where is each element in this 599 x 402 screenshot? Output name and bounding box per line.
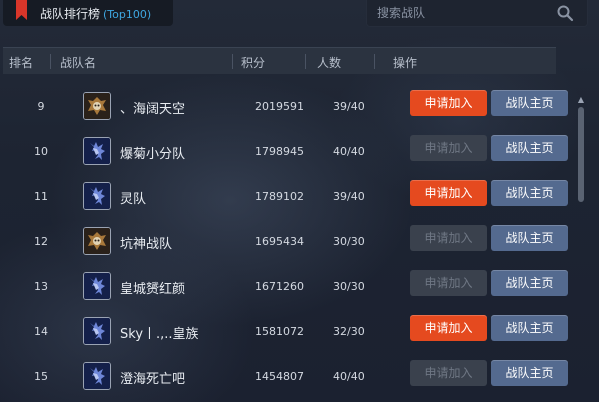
members-cell: 40/40 (333, 370, 365, 383)
rank-cell: 9 (37, 100, 45, 113)
column-header-action: 操作 (393, 56, 418, 70)
page-title-sub: (Top100) (103, 8, 152, 21)
team-homepage-button[interactable]: 战队主页 (491, 180, 568, 206)
page-title: 战队排行榜 (Top100) (40, 5, 151, 22)
team-homepage-button[interactable]: 战队主页 (491, 360, 568, 386)
team-name[interactable]: 皇城赟红颜 (120, 278, 185, 297)
score-cell: 1798945 (255, 145, 304, 158)
page-title-main: 战队排行榜 (40, 7, 101, 21)
table-header: 排名 战队名 积分 人数 操作 (3, 47, 556, 74)
column-divider (232, 54, 233, 69)
team-homepage-button[interactable]: 战队主页 (491, 90, 568, 116)
scroll-up-arrow-icon[interactable]: ▲ (577, 96, 585, 104)
blue-dragon-emblem-icon (83, 362, 111, 390)
team-name[interactable]: 澄海死亡吧 (120, 368, 185, 387)
score-cell: 1454807 (255, 370, 304, 383)
members-cell: 30/30 (333, 280, 365, 293)
blue-dragon-emblem-icon (83, 317, 111, 345)
column-divider (305, 54, 306, 69)
scrollbar-thumb[interactable] (578, 107, 584, 202)
team-name[interactable]: Sky丨.,..皇族 (120, 323, 199, 342)
rank-cell: 13 (34, 280, 48, 293)
team-name[interactable]: 爆菊小分队 (120, 143, 185, 162)
score-cell: 2019591 (255, 100, 304, 113)
rank-cell: 12 (34, 235, 48, 248)
apply-join-button: 申请加入 (410, 360, 487, 386)
rank-cell: 15 (34, 370, 48, 383)
gold-skull-emblem-icon (83, 227, 111, 255)
apply-join-button: 申请加入 (410, 225, 487, 251)
team-homepage-button[interactable]: 战队主页 (491, 135, 568, 161)
apply-join-button: 申请加入 (410, 270, 487, 296)
column-header-rank: 排名 (9, 56, 34, 70)
blue-dragon-emblem-icon (83, 272, 111, 300)
score-cell: 1695434 (255, 235, 304, 248)
table-row: 9 、海阔天空 2019591 39/40 申请加入 战队主页 (0, 86, 575, 131)
table-row: 13 皇城赟红颜 1671260 30/30 申请加入 战队主页 (0, 266, 575, 311)
table-row: 10 爆菊小分队 1798945 40/40 申请加入 战队主页 (0, 131, 575, 176)
team-name[interactable]: 坑神战队 (120, 233, 172, 252)
title-tab: 战队排行榜 (Top100) (3, 0, 173, 26)
search-input[interactable] (377, 3, 547, 23)
score-cell: 1789102 (255, 190, 304, 203)
table-row: 15 澄海死亡吧 1454807 40/40 申请加入 战队主页 (0, 356, 575, 401)
members-cell: 30/30 (333, 235, 365, 248)
members-cell: 32/30 (333, 325, 365, 338)
team-homepage-button[interactable]: 战队主页 (491, 270, 568, 296)
team-name[interactable]: 灵队 (120, 188, 146, 207)
table-row: 11 灵队 1789102 39/40 申请加入 战队主页 (0, 176, 575, 221)
blue-dragon-emblem-icon (83, 182, 111, 210)
gold-skull-emblem-icon (83, 92, 111, 120)
top-bar: 战队排行榜 (Top100) (0, 0, 599, 45)
column-divider (50, 54, 51, 69)
rank-cell: 14 (34, 325, 48, 338)
column-header-score: 积分 (241, 56, 266, 70)
team-name[interactable]: 、海阔天空 (120, 98, 185, 117)
table-row: 14 Sky丨.,..皇族 1581072 32/30 申请加入 战队主页 (0, 311, 575, 356)
apply-join-button[interactable]: 申请加入 (410, 90, 487, 116)
rank-cell: 10 (34, 145, 48, 158)
rank-cell: 11 (34, 190, 48, 203)
bookmark-icon (16, 0, 27, 20)
apply-join-button: 申请加入 (410, 135, 487, 161)
column-header-team: 战队名 (60, 56, 97, 70)
apply-join-button[interactable]: 申请加入 (410, 315, 487, 341)
search-icon[interactable] (556, 4, 574, 22)
score-cell: 1581072 (255, 325, 304, 338)
members-cell: 39/40 (333, 190, 365, 203)
table-row: 12 坑神战队 1695434 30/30 申请加入 战队主页 (0, 221, 575, 266)
members-cell: 40/40 (333, 145, 365, 158)
members-cell: 39/40 (333, 100, 365, 113)
team-homepage-button[interactable]: 战队主页 (491, 225, 568, 251)
column-header-members: 人数 (317, 56, 342, 70)
search-box (366, 0, 588, 27)
score-cell: 1671260 (255, 280, 304, 293)
column-divider (374, 54, 375, 69)
team-homepage-button[interactable]: 战队主页 (491, 315, 568, 341)
blue-dragon-emblem-icon (83, 137, 111, 165)
apply-join-button[interactable]: 申请加入 (410, 180, 487, 206)
